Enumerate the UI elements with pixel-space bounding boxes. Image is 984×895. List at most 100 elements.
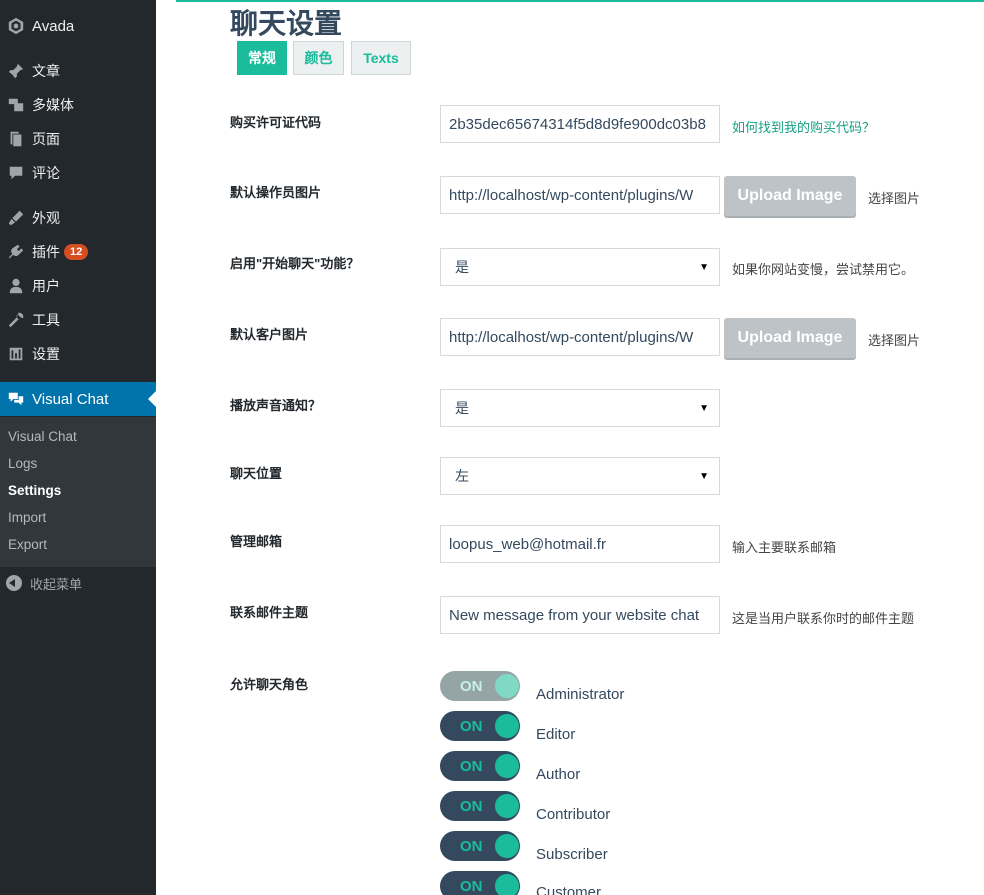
menu-users[interactable]: 用户 [0, 269, 156, 303]
role-label-customer: Customer [536, 884, 602, 895]
toggle-knob [495, 874, 519, 895]
menu-label: 多媒体 [32, 97, 74, 113]
plugin-update-badge: 12 [64, 244, 89, 260]
menu-appearance[interactable]: 外观 [0, 201, 156, 235]
toggle-customer[interactable]: ON [440, 871, 520, 895]
admin-sidebar: Avada 文章 多媒体 页面 评论 外观 插件 12 用户 工具 设置 Vis… [0, 0, 156, 895]
sound-notification-value: 是 [455, 400, 469, 416]
sound-notification-select[interactable]: 是 ▼ [440, 389, 720, 427]
menu-label: 评论 [32, 165, 60, 181]
menu-label: 文章 [32, 63, 60, 79]
role-label-contributor: Contributor [536, 806, 611, 823]
pin-icon [0, 62, 32, 80]
collapse-menu-button[interactable]: 收起菜单 [0, 570, 156, 596]
menu-label: Visual Chat [32, 390, 109, 408]
start-chat-select[interactable]: 是 ▼ [440, 248, 720, 286]
start-chat-help: 如果你网站变慢，尝试禁用它。 [732, 262, 915, 277]
role-label-author: Author [536, 766, 581, 783]
menu-comments[interactable]: 评论 [0, 156, 156, 190]
toggle-state: ON [460, 677, 483, 695]
site-name-link[interactable]: Avada [0, 9, 156, 43]
role-label-subscriber: Subscriber [536, 846, 608, 863]
collapse-arrow-icon [6, 575, 22, 591]
purchase-code-help-link[interactable]: 如何找到我的购买代码？ [732, 117, 875, 136]
menu-label: 用户 [32, 278, 60, 294]
menu-label: 页面 [32, 131, 60, 147]
page-icon [0, 130, 32, 148]
toggle-author[interactable]: ON [440, 751, 520, 781]
chevron-down-icon: ▼ [699, 261, 709, 273]
menu-settings[interactable]: 设置 [0, 337, 156, 371]
comment-icon [0, 164, 32, 182]
chat-position-select[interactable]: 左 ▼ [440, 457, 720, 495]
menu-plugins[interactable]: 插件 12 [0, 235, 156, 269]
menu-label: 工具 [32, 312, 60, 328]
tab-texts[interactable]: Texts [351, 41, 411, 75]
toggle-administrator[interactable]: ON [440, 671, 520, 701]
toggle-knob [495, 794, 519, 818]
current-menu-arrow [148, 391, 156, 407]
toggle-knob [495, 714, 519, 738]
menu-posts[interactable]: 文章 [0, 54, 156, 88]
settings-icon [0, 345, 32, 363]
toggle-state: ON [460, 837, 483, 855]
operator-image-label: 默认操作员图片 [230, 185, 322, 200]
purchase-code-input[interactable]: 2b35dec65674314f5d8d9fe900dc03b8 [440, 105, 720, 143]
customer-upload-image-button[interactable]: Upload Image [724, 318, 856, 358]
toggle-knob [495, 754, 519, 778]
menu-pages[interactable]: 页面 [0, 122, 156, 156]
operator-image-help: 选择图片 [868, 191, 921, 206]
collapse-menu-label: 收起菜单 [30, 576, 83, 592]
appearance-icon [0, 209, 32, 227]
toggle-subscriber[interactable]: ON [440, 831, 520, 861]
admin-email-input[interactable]: loopus_web@hotmail.fr [440, 525, 720, 563]
menu-label: 插件 [32, 244, 60, 260]
toggle-state: ON [460, 797, 483, 815]
chat-bubbles-icon [0, 390, 32, 408]
operator-image-input[interactable]: http://localhost/wp-content/plugins/W [440, 176, 720, 214]
menu-visual-chat[interactable]: Visual Chat [0, 382, 156, 416]
submenu-visual-chat[interactable]: Visual Chat [8, 429, 77, 444]
email-subject-help: 这是当用户联系你时的邮件主题 [732, 611, 915, 626]
toggle-state: ON [460, 717, 483, 735]
email-subject-input[interactable]: New message from your website chat [440, 596, 720, 634]
menu-label: 设置 [32, 346, 60, 362]
admin-email-help: 输入主要联系邮箱 [732, 540, 837, 555]
operator-upload-image-button[interactable]: Upload Image [724, 176, 856, 216]
submenu-import[interactable]: Import [8, 510, 46, 525]
tab-colors[interactable]: 颜色 [293, 41, 344, 75]
toggle-state: ON [460, 877, 483, 895]
submenu-settings[interactable]: Settings [8, 483, 61, 498]
tab-general[interactable]: 常规 [237, 41, 287, 75]
toggle-contributor[interactable]: ON [440, 791, 520, 821]
customer-image-help: 选择图片 [868, 333, 921, 348]
sound-notification-label: 播放声音通知？ [230, 398, 322, 413]
chat-position-label: 聊天位置 [230, 466, 283, 481]
menu-media[interactable]: 多媒体 [0, 88, 156, 122]
wrench-icon [0, 311, 32, 329]
chevron-down-icon: ▼ [699, 402, 709, 414]
submenu-export[interactable]: Export [8, 537, 47, 552]
purchase-code-label: 购买许可证代码 [230, 115, 322, 130]
visual-chat-submenu: Visual Chat Logs Settings Import Export [0, 417, 156, 567]
page-title: 聊天设置 [230, 8, 343, 39]
menu-tools[interactable]: 工具 [0, 303, 156, 337]
chevron-down-icon: ▼ [699, 470, 709, 482]
toggle-state: ON [460, 757, 483, 775]
user-icon [0, 277, 32, 295]
toggle-editor[interactable]: ON [440, 711, 520, 741]
chat-roles-label: 允许聊天角色 [230, 677, 309, 692]
toggle-knob [495, 834, 519, 858]
submenu-logs[interactable]: Logs [8, 456, 37, 471]
role-label-editor: Editor [536, 726, 576, 743]
customer-image-input[interactable]: http://localhost/wp-content/plugins/W [440, 318, 720, 356]
plugin-icon [0, 243, 32, 261]
media-icon [0, 96, 32, 114]
menu-label: 外观 [32, 210, 60, 226]
start-chat-label: 启用"开始聊天"功能？ [230, 256, 360, 271]
wordpress-logo-icon [0, 17, 32, 35]
toggle-knob [495, 674, 519, 698]
customer-image-label: 默认客户图片 [230, 327, 309, 342]
email-subject-label: 联系邮件主题 [230, 605, 309, 620]
start-chat-value: 是 [455, 259, 469, 275]
